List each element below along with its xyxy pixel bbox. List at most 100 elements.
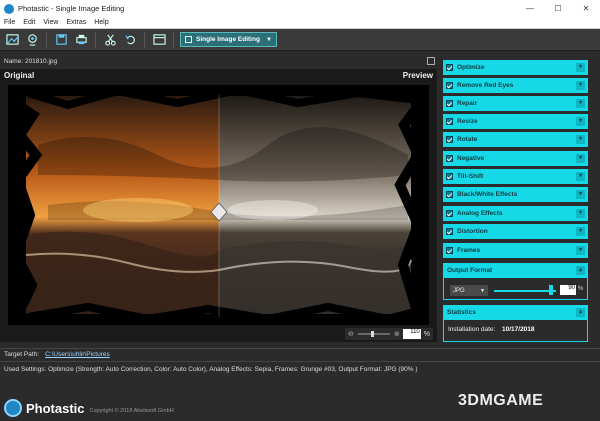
quality-slider-handle[interactable]	[549, 285, 553, 295]
brand-name: Photastic	[26, 400, 85, 416]
sidebar-item-label: Tilt-Shift	[457, 173, 484, 180]
expand-icon[interactable]: ▾	[576, 154, 585, 163]
installation-date-label: Installation date:	[448, 326, 496, 333]
expand-icon[interactable]: ▾	[576, 99, 585, 108]
used-settings-panel: Used Settings: Optimize (Strength: Auto …	[0, 361, 600, 395]
chevron-down-icon: ▼	[480, 287, 485, 294]
close-button[interactable]: ✕	[572, 0, 600, 17]
image-viewer: Original Preview ⊖ ⊕ 110 %	[0, 69, 437, 342]
expand-icon[interactable]: ▾	[576, 117, 585, 126]
save-icon	[55, 34, 67, 45]
sidebar-item-analog-effects[interactable]: Analog Effects ▾	[443, 206, 588, 221]
expand-icon[interactable]: ▾	[576, 227, 585, 236]
sidebar-item-resize[interactable]: Resize ▾	[443, 114, 588, 129]
expand-icon[interactable]: ▾	[576, 246, 585, 255]
sidebar-item-label: Rotate	[457, 136, 478, 143]
checkbox[interactable]	[446, 64, 453, 71]
toolbar-separator	[144, 31, 145, 48]
save-button[interactable]	[52, 31, 70, 49]
chevron-down-icon: ▼	[265, 36, 272, 43]
sidebar-item-label: Distortion	[457, 228, 488, 235]
sidebar-item-label: Optimize	[457, 64, 485, 71]
menu-edit[interactable]: Edit	[23, 19, 35, 26]
sidebar-item-black-white-effects[interactable]: Black/White Effects ▾	[443, 187, 588, 202]
statistics-title: Statistics	[447, 309, 476, 316]
sidebar-item-rotate[interactable]: Rotate ▾	[443, 132, 588, 147]
menu-view[interactable]: View	[43, 19, 58, 26]
used-settings-text: Used Settings: Optimize (Strength: Auto …	[4, 366, 418, 373]
checkbox[interactable]	[446, 191, 453, 198]
collapse-icon[interactable]: ▴	[576, 266, 585, 275]
original-label: Original	[4, 71, 35, 80]
image-canvas[interactable]	[8, 85, 429, 325]
webcam-button[interactable]	[23, 31, 41, 49]
installation-date-value: 10/17/2018	[502, 326, 535, 333]
image-name-bar: Name: 201810.jpg	[0, 55, 437, 67]
output-format-header[interactable]: Output Format ▴	[443, 263, 588, 278]
checkbox[interactable]	[446, 118, 453, 125]
sidebar-item-label: Remove Red Eyes	[457, 82, 514, 89]
watermark: 3DMGAME	[458, 392, 544, 409]
checkbox[interactable]	[446, 155, 453, 162]
toolbar-separator	[173, 31, 174, 48]
expand-icon[interactable]: ▾	[576, 81, 585, 90]
zoom-unit: %	[423, 330, 430, 338]
app-icon	[4, 3, 14, 14]
expand-icon[interactable]: ▾	[576, 209, 585, 218]
checkbox[interactable]	[446, 173, 453, 180]
target-path-link[interactable]: C:\Users\uhlir\Pictures	[45, 351, 110, 358]
menu-bar: File Edit View Extras Help	[0, 17, 600, 29]
quality-slider[interactable]	[494, 290, 556, 292]
sidebar-item-negative[interactable]: Negative ▾	[443, 151, 588, 166]
checkbox[interactable]	[446, 100, 453, 107]
maximize-button[interactable]: ☐	[544, 0, 572, 17]
zoom-out-icon[interactable]: ⊖	[348, 330, 354, 338]
webcam-icon	[27, 34, 37, 46]
zoom-input[interactable]: 110	[402, 329, 421, 339]
target-path-label: Target Path:	[4, 351, 40, 358]
print-button[interactable]	[72, 31, 90, 49]
toolbar-separator	[95, 31, 96, 48]
open-image-button[interactable]	[3, 31, 21, 49]
expand-icon[interactable]: ▾	[576, 172, 585, 181]
checkbox[interactable]	[446, 136, 453, 143]
zoom-control: ⊖ ⊕ 110 %	[345, 328, 433, 340]
checkbox[interactable]	[446, 82, 453, 89]
statistics-header[interactable]: Statistics ▴	[443, 305, 588, 320]
menu-extras[interactable]: Extras	[66, 19, 86, 26]
target-path-bar: Target Path: C:\Users\uhlir\Pictures	[0, 348, 600, 360]
collapse-icon[interactable]: ▴	[576, 308, 585, 317]
preview-label: Preview	[402, 71, 433, 80]
sidebar-item-remove-red-eyes[interactable]: Remove Red Eyes ▾	[443, 78, 588, 93]
cut-button[interactable]	[101, 31, 119, 49]
zoom-in-icon[interactable]: ⊕	[394, 330, 400, 338]
mode-icon	[185, 36, 192, 43]
sidebar-item-label: Analog Effects	[457, 210, 503, 217]
sidebar-item-tilt-shift[interactable]: Tilt-Shift ▾	[443, 169, 588, 184]
minimize-button[interactable]: —	[516, 0, 544, 17]
undo-button[interactable]	[121, 31, 139, 49]
expand-icon[interactable]: ▾	[576, 135, 585, 144]
sidebar-item-repair[interactable]: Repair ▾	[443, 96, 588, 111]
menu-help[interactable]: Help	[94, 19, 108, 26]
menu-file[interactable]: File	[4, 19, 15, 26]
sidebar-item-distortion[interactable]: Distortion ▾	[443, 224, 588, 239]
checkbox[interactable]	[446, 210, 453, 217]
window-button[interactable]	[150, 31, 168, 49]
sidebar-item-optimize[interactable]: Optimize ▾	[443, 60, 588, 75]
collapse-panel-button[interactable]	[427, 57, 435, 65]
cut-icon	[104, 34, 116, 46]
sidebar-item-label: Repair	[457, 100, 478, 107]
format-dropdown[interactable]: JPG ▼	[450, 285, 488, 296]
sidebar-item-frames[interactable]: Frames ▾	[443, 243, 588, 258]
expand-icon[interactable]: ▾	[576, 190, 585, 199]
mode-dropdown[interactable]: Single Image Editing ▼	[180, 32, 277, 47]
expand-icon[interactable]: ▾	[576, 63, 585, 72]
checkbox[interactable]	[446, 247, 453, 254]
output-format-title: Output Format	[447, 267, 493, 274]
open-image-icon	[5, 34, 19, 45]
quality-input[interactable]: 90	[560, 285, 576, 295]
zoom-slider[interactable]	[357, 330, 391, 338]
checkbox[interactable]	[446, 228, 453, 235]
window-icon	[152, 34, 166, 45]
